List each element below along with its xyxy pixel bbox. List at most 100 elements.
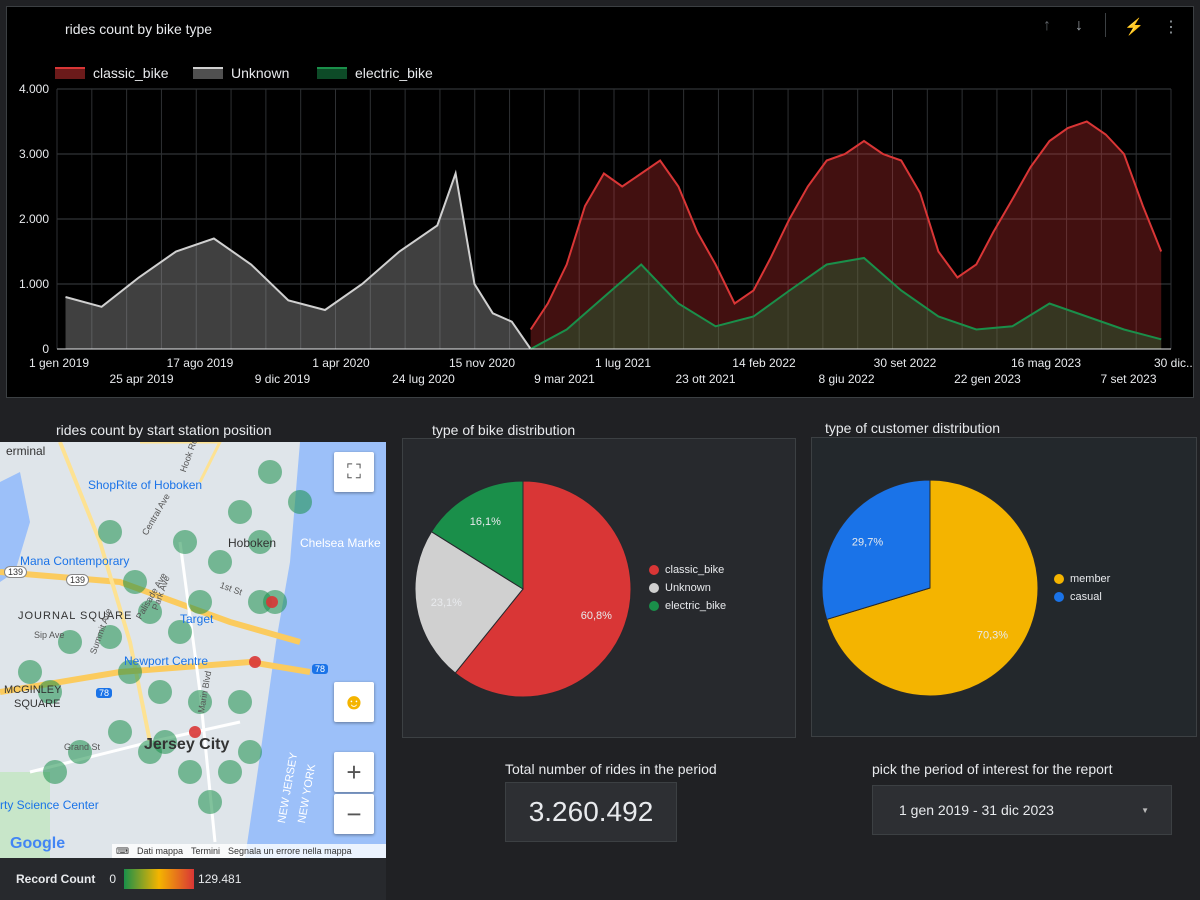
y-tick-label: 0 bbox=[42, 342, 49, 356]
map-label-journal-square: JOURNAL SQUARE bbox=[18, 610, 133, 622]
map-label-shoprite[interactable]: ShopRite of Hoboken bbox=[88, 478, 202, 492]
heat-spot bbox=[228, 690, 252, 714]
pie-legend-item-classic-bike[interactable]: classic_bike bbox=[649, 561, 726, 579]
x-tick-label: 1 gen 2019 bbox=[29, 356, 89, 370]
scale-gradient bbox=[124, 869, 195, 889]
map-label-mana[interactable]: Mana Contemporary bbox=[20, 554, 129, 568]
map-label-terminal: erminal bbox=[6, 444, 46, 458]
x-tick-label: 8 giu 2022 bbox=[818, 372, 874, 386]
x-tick-label: 1 apr 2020 bbox=[312, 356, 370, 370]
heat-spot bbox=[198, 790, 222, 814]
y-tick-label: 4.000 bbox=[19, 82, 49, 96]
line-chart-svg: 0 1.000 2.000 3.000 4.000 1 gen 2019 25 apr 20… bbox=[19, 82, 1193, 386]
x-tick-label: 22 gen 2023 bbox=[954, 372, 1021, 386]
map-label-science-center[interactable]: rty Science Center bbox=[0, 798, 99, 812]
map-route-shield-139-b: 139 bbox=[4, 566, 28, 578]
pie-data-label: 60,8% bbox=[581, 610, 612, 622]
heat-spot bbox=[228, 500, 252, 524]
scale-min: 0 bbox=[109, 872, 117, 886]
heat-spot bbox=[208, 550, 232, 574]
customer-pie-legend: member casual bbox=[1054, 570, 1110, 606]
heat-spot bbox=[178, 760, 202, 784]
heat-spot bbox=[43, 760, 67, 784]
heat-spot-hot bbox=[249, 656, 261, 668]
scorecard-value: 3.260.492 bbox=[505, 782, 677, 842]
legend-label: electric_bike bbox=[665, 600, 727, 612]
map-label-chelsea: Chelsea Marke bbox=[300, 536, 381, 550]
zoom-out-button[interactable]: − bbox=[334, 794, 374, 834]
map-label-target[interactable]: Target bbox=[180, 612, 213, 626]
x-tick-label: 16 mag 2023 bbox=[1011, 356, 1081, 370]
x-tick-label: 9 dic 2019 bbox=[255, 372, 311, 386]
pie-data-label: 29,7% bbox=[852, 537, 883, 549]
map-label-sip-ave: Sip Ave bbox=[34, 630, 65, 640]
pie-legend-item-member[interactable]: member bbox=[1054, 570, 1110, 588]
legend-label: member bbox=[1070, 573, 1111, 585]
map-scale-bar: Record Count 0 129.481 bbox=[0, 858, 386, 900]
pie-data-label: 16,1% bbox=[470, 516, 501, 528]
map-label-newport[interactable]: Newport Centre bbox=[124, 654, 208, 668]
map-label-hoboken: Hoboken bbox=[228, 536, 277, 550]
heat-spot bbox=[218, 760, 242, 784]
map-canvas bbox=[0, 442, 386, 858]
map-label-grand-st: Grand St bbox=[64, 742, 101, 752]
x-tick-label: 15 nov 2020 bbox=[449, 356, 515, 370]
pie-legend-item-electric-bike[interactable]: electric_bike bbox=[649, 597, 726, 615]
x-tick-label: 30 set 2022 bbox=[874, 356, 937, 370]
legend-dot bbox=[1054, 574, 1064, 584]
zoom-in-button[interactable]: + bbox=[334, 752, 374, 792]
map-label-square: SQUARE bbox=[14, 698, 61, 710]
bike-pie-legend: classic_bike Unknown electric_bike bbox=[649, 561, 726, 615]
y-tick-label: 2.000 bbox=[19, 212, 49, 226]
scale-max: 129.481 bbox=[198, 872, 242, 886]
heat-spot bbox=[173, 530, 197, 554]
dropdown-arrow-icon[interactable]: ▼ bbox=[1141, 806, 1149, 815]
x-tick-label: 9 mar 2021 bbox=[534, 372, 595, 386]
x-tick-label: 25 apr 2019 bbox=[109, 372, 173, 386]
date-range-picker[interactable]: 1 gen 2019 - 31 dic 2023 ▼ bbox=[872, 785, 1172, 835]
heat-spot bbox=[108, 720, 132, 744]
legend-label: Unknown bbox=[665, 582, 711, 594]
heat-spot bbox=[258, 460, 282, 484]
map-title: rides count by start station position bbox=[56, 422, 272, 438]
legend-dot bbox=[1054, 592, 1064, 602]
heat-spot bbox=[98, 520, 122, 544]
x-tick-label: 23 ott 2021 bbox=[675, 372, 735, 386]
bike-pie-title: type of bike distribution bbox=[432, 422, 576, 438]
map-route-shield-78-b: 78 bbox=[96, 688, 113, 698]
legend-label: casual bbox=[1070, 591, 1102, 603]
legend-dot bbox=[649, 565, 659, 575]
map-route-shield-139-a: 139 bbox=[66, 574, 90, 586]
x-tick-label: 24 lug 2020 bbox=[392, 372, 455, 386]
scale-label: Record Count bbox=[16, 872, 96, 886]
pegman-icon[interactable]: ☻ bbox=[334, 682, 374, 722]
x-tick-label: 7 set 2023 bbox=[1100, 372, 1156, 386]
map-terms-link[interactable]: Termini bbox=[191, 846, 220, 856]
heat-spot bbox=[18, 660, 42, 684]
y-tick-label: 3.000 bbox=[19, 147, 49, 161]
x-tick-label: 17 ago 2019 bbox=[167, 356, 234, 370]
legend-dot bbox=[649, 601, 659, 611]
map-label-mcginley: MCGINLEY bbox=[4, 684, 62, 696]
map-view[interactable]: erminal ShopRite of Hoboken Hoboken Chel… bbox=[0, 442, 386, 858]
bike-pie-card: 60,8% 23,1% 16,1% classic_bike Unknown elect… bbox=[402, 438, 796, 738]
map-data-link[interactable]: Dati mappa bbox=[137, 846, 183, 856]
pie-legend-item-unknown[interactable]: Unknown bbox=[649, 579, 726, 597]
bike-pie-svg: 60,8% 23,1% 16,1% bbox=[414, 480, 632, 698]
heat-spot bbox=[238, 740, 262, 764]
fullscreen-icon[interactable]: ⛶ bbox=[334, 452, 374, 492]
map-footer: ⌨ Dati mappa Termini Segnala un errore n… bbox=[112, 844, 386, 858]
heat-spot bbox=[288, 490, 312, 514]
heat-spot-hot bbox=[266, 596, 278, 608]
map-report-link[interactable]: Segnala un errore nella mappa bbox=[228, 846, 352, 856]
line-chart-panel: rides count by bike type classic_bike Un… bbox=[6, 6, 1194, 398]
x-tick-label: 1 lug 2021 bbox=[595, 356, 651, 370]
pie-data-label: 23,1% bbox=[431, 597, 462, 609]
heat-spot bbox=[188, 590, 212, 614]
keyboard-icon[interactable]: ⌨ bbox=[116, 846, 129, 857]
date-range-value: 1 gen 2019 - 31 dic 2023 bbox=[899, 802, 1054, 818]
pie-legend-item-casual[interactable]: casual bbox=[1054, 588, 1110, 606]
map-label-jersey-city: Jersey City bbox=[144, 736, 230, 753]
scorecard-title: Total number of rides in the period bbox=[505, 761, 717, 777]
customer-pie-svg: 70,3% 29,7% bbox=[821, 479, 1039, 697]
